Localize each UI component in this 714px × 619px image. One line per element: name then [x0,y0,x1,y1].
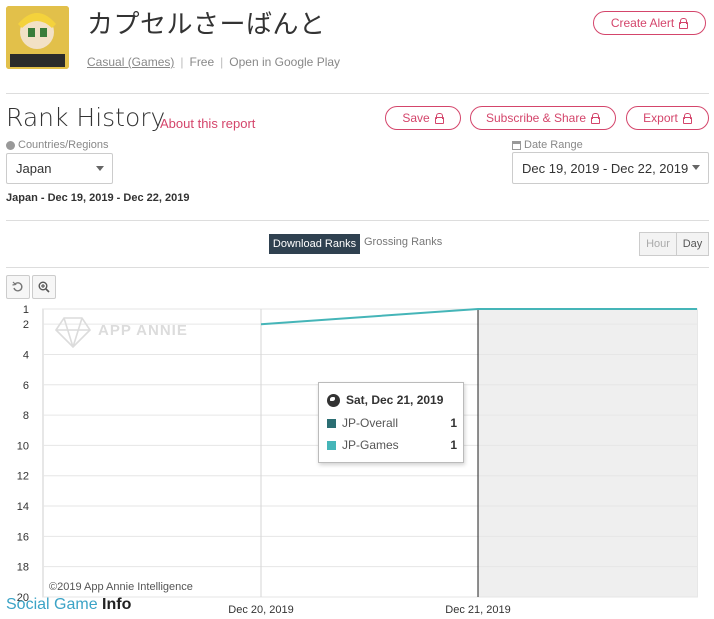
day-toggle[interactable]: Day [676,232,709,256]
undo-icon [12,281,23,292]
zoom-button[interactable] [32,275,56,299]
reset-zoom-button[interactable] [6,275,30,299]
lock-icon [679,17,689,29]
app-header: カプセルさーばんと Casual (Games) | Free | Open i… [0,0,714,88]
y-tick-label: 4 [23,349,29,361]
country-select[interactable]: Japan [6,153,113,184]
zoom-in-icon [38,281,50,293]
tooltip-series-value: 1 [450,438,457,452]
date-range-value: Dec 19, 2019 - Dec 22, 2019 [522,160,689,176]
store-link[interactable]: Open in Google Play [229,55,340,69]
lock-icon [682,112,692,124]
tooltip-date: Sat, Dec 21, 2019 [346,393,444,407]
category-link[interactable]: Casual (Games) [87,55,174,69]
subscribe-label: Subscribe & Share [485,111,587,125]
chevron-down-icon [692,165,700,170]
future-region [478,309,697,597]
x-axis-ticks: Dec 20, 2019 Dec 21, 2019 [228,604,510,616]
subscribe-share-button[interactable]: Subscribe & Share [470,106,616,130]
meta-separator: | [220,55,224,69]
hour-toggle[interactable]: Hour [639,232,677,256]
y-tick-label: 14 [17,501,29,513]
lock-icon [434,112,444,124]
site-watermark: Social Game Info [6,596,131,614]
app-meta: Casual (Games) | Free | Open in Google P… [87,55,340,69]
save-label: Save [402,111,430,125]
lock-icon [591,112,601,124]
legend-swatch [327,418,336,428]
countries-label-text: Countries/Regions [18,139,109,151]
create-alert-button[interactable]: Create Alert [593,11,706,35]
legend-swatch [327,440,336,450]
watermark-text: APP ANNIE [98,322,188,339]
country-value: Japan [16,161,52,176]
meta-separator: | [180,55,184,69]
watermark-part-b: Info [102,596,132,613]
save-button[interactable]: Save [385,106,461,130]
page-title: Rank History [6,103,166,132]
date-range-select[interactable]: Dec 19, 2019 - Dec 22, 2019 [512,152,709,184]
tooltip-series-name: JP-Overall [342,416,399,430]
divider [6,267,709,268]
date-range-label: Date Range [512,139,583,151]
watermark-part-a: Social Game [6,596,98,613]
chevron-down-icon [96,166,104,171]
y-tick-label: 12 [17,471,29,483]
price-text: Free [189,55,215,69]
chart-tooltip: Sat, Dec 21, 2019 JP-Overall 1 JP-Games … [318,382,464,463]
tooltip-series-value: 1 [450,416,457,430]
y-tick-label: 1 [23,304,29,316]
y-tick-label: 10 [17,440,29,452]
globe-icon [327,393,340,407]
y-tick-label: 8 [23,410,29,422]
calendar-icon [512,140,521,150]
tooltip-row-games: JP-Games 1 [327,438,457,452]
divider [6,93,709,94]
date-range-label-text: Date Range [524,139,583,151]
countries-label: Countries/Regions [6,139,109,151]
divider [6,220,709,221]
about-report-link[interactable]: About this report [160,116,255,131]
create-alert-label: Create Alert [610,16,675,30]
tab-grossing-ranks[interactable]: Grossing Ranks [364,236,442,248]
y-tick-label: 6 [23,380,29,392]
report-summary: Japan - Dec 19, 2019 - Dec 22, 2019 [6,192,190,204]
tooltip-header: Sat, Dec 21, 2019 [327,393,443,407]
x-tick-label: Dec 21, 2019 [445,604,510,616]
tab-download-ranks[interactable]: Download Ranks [269,234,360,254]
y-tick-label: 18 [17,562,29,574]
export-button[interactable]: Export [626,106,709,130]
tooltip-row-overall: JP-Overall 1 [327,416,457,430]
y-axis-ticks: 12468101214161820 [17,304,29,604]
y-tick-label: 2 [23,319,29,331]
tooltip-series-name: JP-Games [342,438,399,452]
globe-icon [6,140,15,150]
export-label: Export [643,111,678,125]
app-title: カプセルさーばんと [87,10,326,40]
copyright-text: ©2019 App Annie Intelligence [49,581,193,593]
app-icon [6,6,69,69]
y-tick-label: 16 [17,531,29,543]
x-tick-label: Dec 20, 2019 [228,604,293,616]
